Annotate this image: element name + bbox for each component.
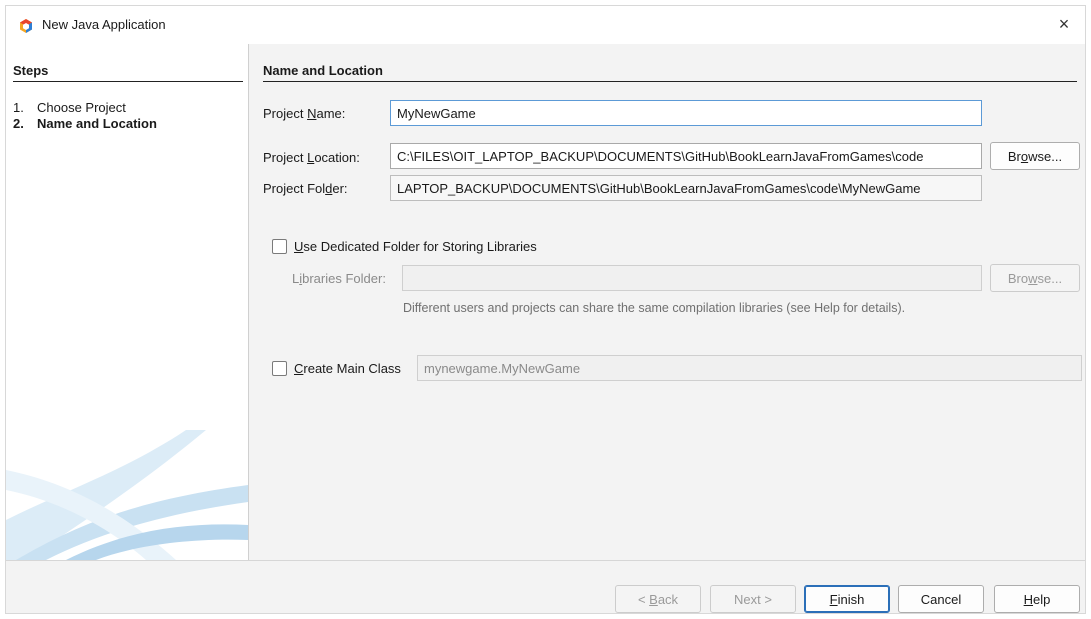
mnemonic-key: U [294,239,304,254]
dedicated-folder-checkbox[interactable] [272,239,287,254]
cancel-button[interactable]: Cancel [898,585,984,613]
step-label: Choose Project [37,100,126,115]
libraries-folder-label: Libraries Folder: [292,271,386,286]
step-number: 1. [13,100,24,115]
project-folder-label: Project Folder: [263,181,348,196]
help-button[interactable]: Help [994,585,1080,613]
label-text: ocation: [314,150,360,165]
step-name-and-location: 2. Name and Location [13,116,157,131]
new-java-application-dialog: New Java Application × Steps 1. Choose Pr… [5,5,1086,614]
project-name-input[interactable] [390,100,982,126]
create-main-class-label: Create Main Class [294,361,401,376]
mnemonic-key: F [829,591,838,607]
finish-button[interactable]: Finish [804,585,890,613]
label-text: braries Folder: [302,271,386,286]
project-location-input[interactable] [390,143,982,169]
browse-libraries-button[interactable]: Browse... [990,264,1080,292]
mnemonic-key: H [1023,591,1034,607]
libraries-folder-input[interactable] [402,265,982,291]
steps-panel: Steps 1. Choose Project 2. Name and Locati… [6,44,248,560]
label-text: Project Fol [263,181,326,196]
label-text: < [637,591,650,607]
dedicated-folder-label: Use Dedicated Folder for Storing Librari… [294,239,537,254]
label-text: se... [1037,270,1063,286]
label-text: reate Main Class [303,361,401,376]
label-text: inish [837,591,865,607]
title-bar: New Java Application × [6,6,1085,44]
label-text: Br [1007,148,1021,164]
browse-location-button[interactable]: Browse... [990,142,1080,170]
name-and-location-panel: Name and Location Project Name: Project … [249,44,1085,560]
create-main-class-checkbox[interactable] [272,361,287,376]
mnemonic-key: w [1028,270,1038,286]
libraries-hint-text: Different users and projects can share t… [403,301,906,315]
project-name-label: Project Name: [263,106,345,121]
project-location-label: Project Location: [263,150,360,165]
project-folder-field[interactable] [390,175,982,201]
label-text: elp [1033,591,1051,607]
next-button[interactable]: Next > [710,585,796,613]
mnemonic-key: B [649,591,658,607]
label-text: wse... [1028,148,1063,164]
steps-heading: Steps [13,63,243,82]
mnemonic-key: C [294,361,304,376]
close-icon[interactable]: × [1053,13,1075,35]
section-heading: Name and Location [263,63,1077,82]
label-text: ame: [316,106,346,121]
step-choose-project: 1. Choose Project [13,100,126,115]
decorative-swoosh-graphic [6,430,248,560]
button-bar: < Back Next > Finish Cancel Help [6,560,1085,613]
main-class-input[interactable] [417,355,1082,381]
label-text: Project [263,150,308,165]
window-title: New Java Application [42,17,166,32]
label-text: Project [263,106,308,121]
step-number: 2. [13,116,24,131]
back-button[interactable]: < Back [615,585,701,613]
label-text: se Dedicated Folder for Storing Librarie… [303,239,537,254]
label-text: Bro [1007,270,1029,286]
step-label: Name and Location [37,116,157,131]
label-text: er: [332,181,348,196]
label-text: ack [657,591,679,607]
netbeans-logo-icon [20,19,32,33]
